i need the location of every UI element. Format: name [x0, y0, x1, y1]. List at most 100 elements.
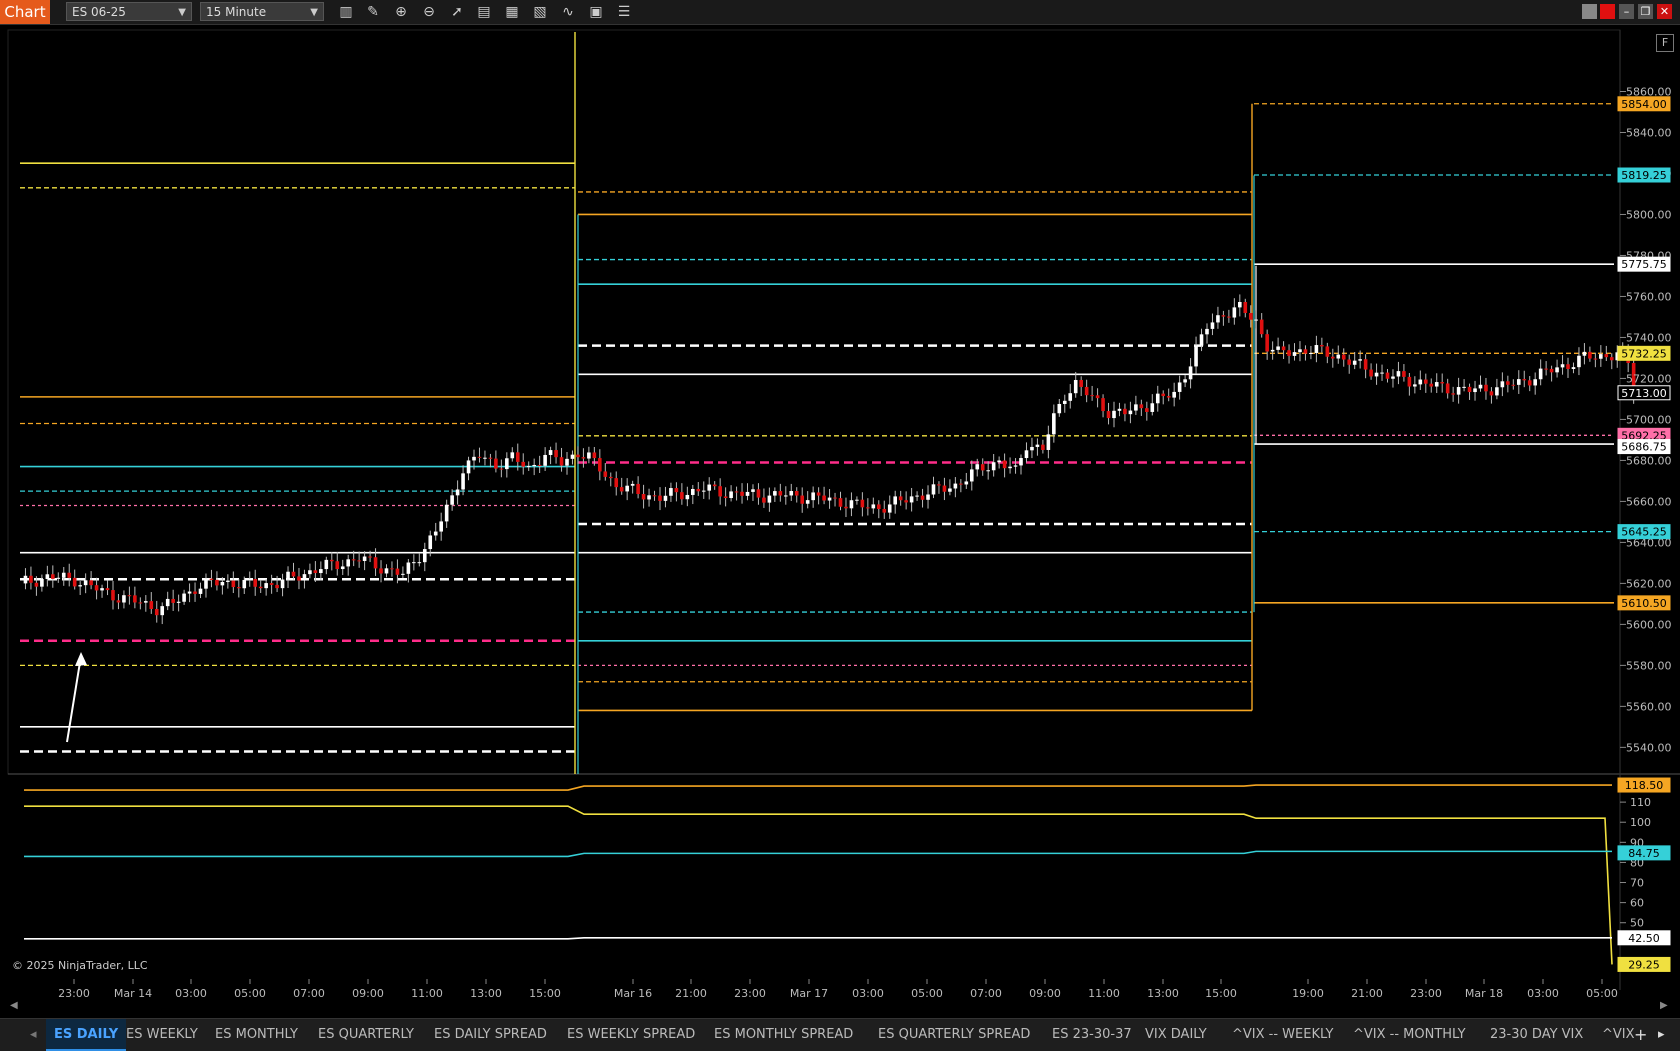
candle-body [340, 566, 345, 570]
tab-es-weekly[interactable]: ES WEEKLY [126, 1019, 198, 1051]
candle-body [89, 580, 93, 586]
candle-body [269, 583, 274, 585]
candle-body [1341, 354, 1346, 360]
tab-es-monthly[interactable]: ES MONTHLY [215, 1019, 298, 1051]
candle-body [1352, 360, 1357, 365]
candle-body [1232, 307, 1237, 318]
candle-body [455, 489, 460, 496]
candle-body [1358, 359, 1362, 361]
lower-y-tick-label: 110 [1630, 796, 1651, 809]
tab-vix-monthly[interactable]: ^VIX -- MONTHLY [1353, 1019, 1466, 1051]
candle-body [1002, 460, 1007, 469]
candle-body [587, 452, 591, 459]
x-tick-label: 05:00 [234, 987, 266, 1000]
tab-es-quarterly[interactable]: ES QUARTERLY [318, 1019, 414, 1051]
candle-body [948, 488, 952, 492]
candle-body [23, 575, 28, 584]
tab-es-daily-spread[interactable]: ES DAILY SPREAD [434, 1019, 547, 1051]
tab-scroll-right-icon[interactable]: ▸ [1658, 1019, 1665, 1051]
price-marker-label: 118.50 [1625, 779, 1664, 792]
candle-body [275, 584, 279, 589]
candle-body [619, 487, 624, 492]
y-tick-label: 5600.00 [1626, 618, 1672, 631]
candle-body [165, 598, 170, 607]
price-marker-label: 5819.25 [1621, 169, 1667, 182]
x-tick-label: 13:00 [1147, 987, 1179, 1000]
candle-body [674, 488, 679, 493]
tab-es-weekly-spread[interactable]: ES WEEKLY SPREAD [567, 1019, 695, 1051]
candle-body [1145, 408, 1149, 412]
candle-body [1380, 372, 1384, 374]
candle-body [406, 562, 411, 574]
candle-body [72, 577, 77, 587]
tab-es-daily[interactable]: ES DAILY [46, 1019, 127, 1051]
x-tick-label: 19:00 [1292, 987, 1324, 1000]
candle-body [1429, 383, 1434, 387]
candle-body [701, 490, 706, 492]
candle-body [1254, 319, 1259, 321]
candle-body [198, 588, 203, 594]
scroll-left-icon[interactable]: ◀ [10, 1000, 22, 1014]
candle-body [734, 491, 739, 493]
candle-body [762, 497, 766, 503]
candle-body [138, 602, 143, 604]
candle-body [220, 581, 225, 586]
candle-body [133, 595, 137, 603]
candle-body [680, 492, 684, 500]
candle-body [1418, 379, 1423, 385]
candle-body [521, 461, 526, 467]
candle-body [723, 496, 728, 499]
candle-body [630, 483, 635, 486]
tab-vix-weekly[interactable]: ^VIX -- WEEKLY [1232, 1019, 1333, 1051]
side-button-f[interactable]: F [1656, 34, 1674, 52]
candle-body [417, 562, 422, 564]
candle-body [745, 491, 750, 496]
candle-body [1320, 345, 1324, 347]
scroll-right-icon[interactable]: ▶ [1660, 1000, 1672, 1014]
candle-body [1571, 367, 1576, 369]
candle-body [1013, 465, 1018, 467]
candle-body [866, 507, 870, 509]
candle-body [505, 458, 509, 470]
tab-vix-daily[interactable]: VIX DAILY [1145, 1019, 1207, 1051]
candle-body [466, 460, 471, 474]
candle-body [67, 572, 72, 578]
tab-vix[interactable]: ^VIX [1602, 1019, 1635, 1051]
candle-body [1008, 466, 1012, 469]
chart-canvas[interactable]: 5540.005560.005580.005600.005620.005640.… [0, 0, 1680, 1018]
candle-body [926, 494, 930, 500]
tab-es-monthly-spread[interactable]: ES MONTHLY SPREAD [714, 1019, 853, 1051]
candle-body [1276, 346, 1280, 350]
candle-body [805, 500, 810, 504]
candle-body [1183, 379, 1187, 383]
candle-body [1035, 444, 1040, 447]
candle-body [122, 595, 126, 603]
candle-body [614, 478, 619, 488]
price-marker-label: 5610.50 [1621, 597, 1667, 610]
candle-body [1467, 386, 1472, 393]
candle-body [1407, 376, 1412, 387]
add-tab-button[interactable]: + [1634, 1019, 1647, 1051]
candle-body [855, 499, 859, 501]
candle-body [778, 491, 783, 496]
candle-body [800, 495, 805, 504]
candle-body [1128, 410, 1133, 415]
x-tick-label: 03:00 [175, 987, 207, 1000]
tab-23-30-day-vix[interactable]: 23-30 DAY VIX [1490, 1019, 1583, 1051]
candle-body [887, 504, 892, 513]
candle-body [964, 481, 969, 485]
candle-body [204, 578, 208, 589]
candle-body [827, 497, 832, 501]
candle-body [444, 504, 449, 522]
candle-body [669, 488, 673, 496]
price-marker-label: 84.75 [1628, 847, 1660, 860]
tab-es-23-30-37[interactable]: ES 23-30-37 [1052, 1019, 1132, 1051]
y-tick-label: 5800.00 [1626, 208, 1672, 221]
candle-body [401, 573, 405, 575]
candle-body [1402, 371, 1406, 377]
tab-scroll-left-icon[interactable]: ◂ [30, 1019, 37, 1051]
candle-body [1019, 458, 1023, 466]
candle-body [384, 568, 389, 574]
tab-es-quarterly-spread[interactable]: ES QUARTERLY SPREAD [878, 1019, 1030, 1051]
candle-body [1434, 382, 1439, 387]
